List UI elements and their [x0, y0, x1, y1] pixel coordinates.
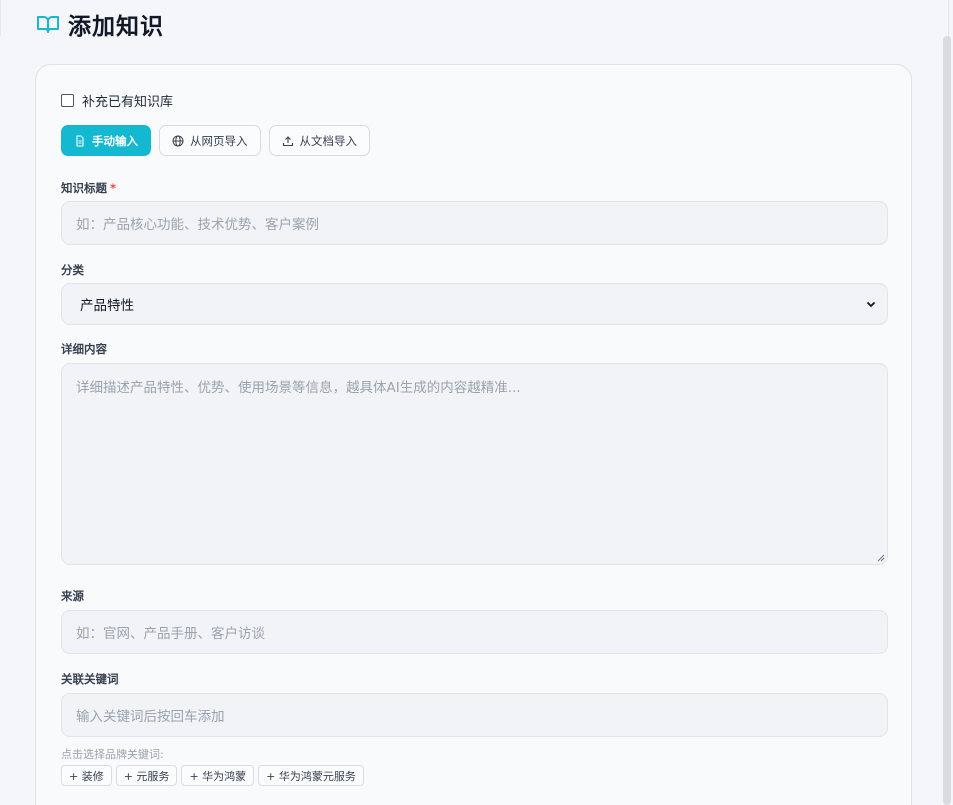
resize-handle-icon[interactable] [877, 554, 885, 562]
category-label: 分类 [61, 263, 84, 277]
brand-keyword-chip[interactable]: + 华为鸿蒙 [181, 765, 255, 786]
input-mode-tabs: 手动输入 从网页导入 从文档导入 [61, 125, 370, 156]
brand-keyword-chip[interactable]: + 装修 [61, 765, 112, 786]
title-label: 知识标题 * [61, 180, 116, 196]
title-placeholder: 如：产品核心功能、技术优势、客户案例 [76, 217, 319, 233]
keywords-input[interactable]: 输入关键词后按回车添加 [61, 693, 888, 737]
source-label: 来源 [61, 589, 84, 603]
book-open-icon [37, 16, 59, 33]
keywords-placeholder: 输入关键词后按回车添加 [76, 709, 225, 725]
category-select[interactable]: 产品特性 [61, 283, 888, 325]
divider [0, 0, 4, 36]
web-import-button[interactable]: 从网页导入 [159, 125, 261, 156]
title-input[interactable]: 如：产品核心功能、技术优势、客户案例 [61, 201, 888, 245]
add-knowledge-card: 补充已有知识库 手动输入 从网页导入 从文档导入 知识标题 * 如：产品核心功能… [35, 64, 912, 805]
keywords-label: 关联关键词 [61, 672, 119, 686]
manual-input-label: 手动输入 [92, 133, 138, 148]
page-title: 添加知识 [68, 14, 164, 40]
source-placeholder: 如：官网、产品手册、客户访谈 [76, 626, 265, 642]
supplement-existing-checkbox[interactable] [61, 94, 74, 107]
category-value: 产品特性 [80, 298, 134, 314]
source-input[interactable]: 如：官网、产品手册、客户访谈 [61, 610, 888, 654]
document-import-button[interactable]: 从文档导入 [268, 125, 370, 156]
content-label: 详细内容 [61, 342, 107, 356]
brand-keyword-chip[interactable]: + 元服务 [115, 765, 178, 786]
upload-icon [282, 135, 293, 146]
page: 添加知识 补充已有知识库 手动输入 从网页导入 从文档导入 知识标题 * 如：产… [0, 0, 949, 805]
supplement-existing-label: 补充已有知识库 [82, 95, 174, 110]
manual-input-button[interactable]: 手动输入 [61, 125, 151, 156]
globe-icon [172, 135, 184, 146]
required-mark: * [110, 181, 117, 195]
chevron-down-icon [866, 301, 876, 308]
brand-keyword-chips: + 装修 + 元服务 + 华为鸿蒙 + 华为鸿蒙元服务 [61, 765, 364, 786]
scrollbar[interactable] [943, 36, 951, 805]
document-import-label: 从文档导入 [299, 133, 358, 148]
content-textarea[interactable]: 详细描述产品特性、优势、使用场景等信息，越具体AI生成的内容越精准... [61, 363, 888, 565]
content-placeholder: 详细描述产品特性、优势、使用场景等信息，越具体AI生成的内容越精准... [76, 380, 521, 396]
page-header: 添加知识 [36, 10, 164, 40]
web-import-label: 从网页导入 [190, 133, 248, 148]
file-icon [76, 134, 84, 147]
brand-keyword-chip[interactable]: + 华为鸿蒙元服务 [258, 765, 364, 786]
supplement-existing-checkbox-row[interactable]: 补充已有知识库 [61, 91, 173, 110]
brand-keywords-hint: 点击选择品牌关键词: [61, 748, 164, 761]
title-label-text: 知识标题 [61, 181, 107, 195]
